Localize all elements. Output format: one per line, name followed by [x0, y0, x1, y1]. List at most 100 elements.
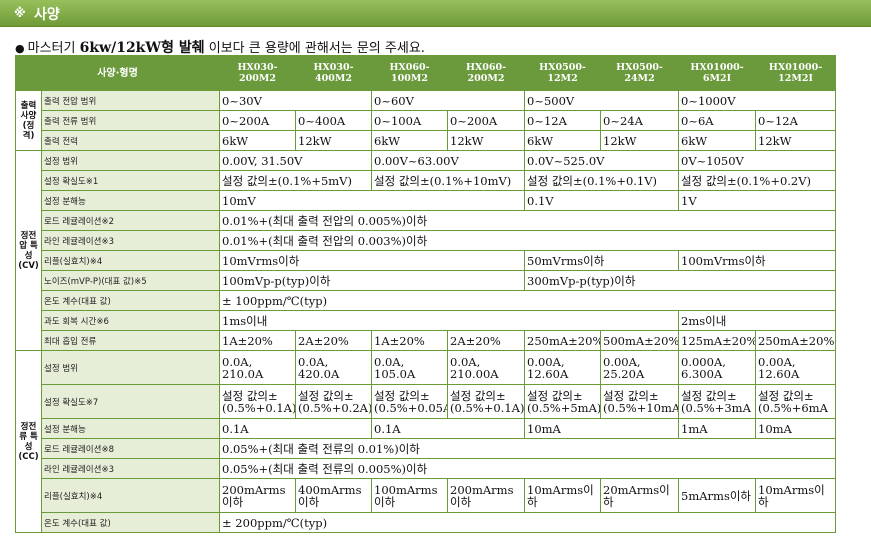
row-label: 출력 전력 — [40, 130, 221, 151]
table-row: 최대 흡입 전류 1A±20% 2A±20% 1A±20% 2A±20% 250… — [16, 330, 837, 351]
table-cell: 0.000A, 6.300A — [678, 350, 757, 385]
table-cell: 0~1000V — [678, 90, 837, 111]
table-cell: 0.05%+(최대 출력 전류의 0.005%)이하 — [219, 458, 837, 479]
table-cell: 0~6A — [678, 110, 757, 131]
table-row: 설정 확실도※7 설정 값의± (0.5%+0.1A) 설정 값의± (0.5%… — [16, 384, 837, 419]
table-cell: 12kW — [295, 130, 373, 151]
section-title-bar: ※ 사양 — [0, 0, 871, 27]
table-cell: 2A±20% — [447, 330, 526, 351]
table-cell: 10mArms이하 — [755, 478, 837, 513]
row-label: 온도 계수(대표 값) — [40, 512, 221, 533]
table-cell: 0.1A — [219, 418, 373, 439]
table-cell: ± 200ppm/℃(typ) — [219, 512, 837, 533]
table-cell: 10mA — [755, 418, 837, 439]
table-row: 라인 레귤레이션※3 0.05%+(최대 출력 전류의 0.005%)이하 — [16, 458, 837, 479]
table-cell: 50mVrms이하 — [524, 250, 680, 271]
table-row: 설정 분해능 10mV 0.1V 1V — [16, 190, 837, 211]
table-cell: 10mVrms이하 — [219, 250, 526, 271]
table-cell: 12kW — [600, 130, 680, 151]
table-cell: 0~60V — [371, 90, 526, 111]
section-title: 사양 — [34, 7, 60, 23]
notice-part-1: 마스터기 — [27, 41, 76, 56]
model-header: HX01000-6M2I — [678, 55, 757, 91]
table-cell: 300mVp-p(typ)이하 — [524, 270, 837, 291]
table-cell: 설정 값의± (0.5%+3mA — [678, 384, 757, 419]
table-cell: 0.00V, 31.50V — [219, 150, 373, 171]
table-cell: 500mA±20% — [600, 330, 680, 351]
table-cell: 0.1V — [524, 190, 680, 211]
table-row: 온도 계수(대표 값) ± 100ppm/℃(typ) — [16, 290, 837, 311]
table-cell: 0~30V — [219, 90, 373, 111]
table-row: 온도 계수(대표 값) ± 200ppm/℃(typ) — [16, 512, 837, 533]
table-cell: 설정 값의±(0.1%+10mV) — [371, 170, 526, 191]
table-cell: 1ms이내 — [219, 310, 680, 331]
spec-table: 사양·형명 HX030-200M2 HX030-400M2 HX060-100M… — [14, 55, 837, 533]
table-cell: ± 100ppm/℃(typ) — [219, 290, 837, 311]
table-cell: 설정 값의±(0.1%+5mV) — [219, 170, 373, 191]
model-header: HX060-100M2 — [371, 55, 449, 91]
table-cell: 250mA±20% — [524, 330, 602, 351]
notice-part-3: 형 발췌 — [161, 40, 205, 56]
row-label: 로드 레귤레이션※8 — [40, 438, 221, 459]
table-row: 라인 레귤레이션※3 0.01%+(최대 출력 전압의 0.003%)이하 — [16, 230, 837, 251]
table-cell: 10mA — [524, 418, 680, 439]
table-cell: 0~200A — [219, 110, 297, 131]
bullet-icon: ● — [15, 42, 25, 55]
row-label: 노이즈(mVP-P)(대표 값)※5 — [40, 270, 221, 291]
table-cell: 0.01%+(최대 출력 전압의 0.005%)이하 — [219, 210, 837, 231]
notice-part-4: 이보다 큰 용량에 관해서는 문의 주세요. — [204, 41, 425, 56]
table-header-row: 사양·형명 HX030-200M2 HX030-400M2 HX060-100M… — [14, 55, 837, 91]
table-cell: 0~100A — [371, 110, 449, 131]
table-cell: 20mArms이하 — [600, 478, 680, 513]
table-cell: 0.0A, 105.0A — [371, 350, 449, 385]
table-cell: 설정 값의± (0.5%+10mA) — [600, 384, 680, 419]
table-cell: 설정 값의±(0.1%+0.1V) — [524, 170, 680, 191]
table-cell: 0.0A, 420.0A — [295, 350, 373, 385]
row-label: 과도 회복 시간※6 — [40, 310, 221, 331]
row-label: 라인 레귤레이션※3 — [40, 230, 221, 251]
table-cell: 1mA — [678, 418, 757, 439]
table-cell: 6kW — [524, 130, 602, 151]
row-label: 설정 분해능 — [40, 190, 221, 211]
row-label: 로드 레귤레이션※2 — [40, 210, 221, 231]
row-label: 리플(실효치)※4 — [40, 478, 221, 513]
row-label: 설정 확실도※1 — [40, 170, 221, 191]
table-cell: 0.05%+(최대 출력 전류의 0.01%)이하 — [219, 438, 837, 459]
table-cell: 0.00A, 25.20A — [600, 350, 680, 385]
table-cell: 5mArms이하 — [678, 478, 757, 513]
table-cell: 12kW — [755, 130, 837, 151]
model-header: HX030-200M2 — [219, 55, 297, 91]
row-label: 설정 범위 — [40, 350, 221, 385]
table-cell: 1V — [678, 190, 837, 211]
table-cell: 설정 값의± (0.5%+0.1A) — [219, 384, 297, 419]
table-cell: 0.00V~63.00V — [371, 150, 526, 171]
table-cell: 125mA±20% — [678, 330, 757, 351]
table-cell: 0.01%+(최대 출력 전압의 0.003%)이하 — [219, 230, 837, 251]
model-header: HX0500-12M2 — [524, 55, 602, 91]
group-output-label: 출력 사양 (정격) — [15, 90, 42, 151]
table-cell: 0~200A — [447, 110, 526, 131]
table-cell: 0~24A — [600, 110, 680, 131]
group-cv-label: 정전압 특성 (CV) — [15, 150, 42, 351]
table-cell: 100mVp-p(typ)이하 — [219, 270, 526, 291]
table-row: 설정 확실도※1 설정 값의±(0.1%+5mV) 설정 값의±(0.1%+10… — [16, 170, 837, 191]
notice-part-2: 6kw/12kW — [79, 40, 162, 56]
row-label: 리플(실효치)※4 — [40, 250, 221, 271]
model-header: HX060-200M2 — [447, 55, 526, 91]
row-label: 설정 확실도※7 — [40, 384, 221, 419]
table-cell: 설정 값의± (0.5%+6mA — [755, 384, 837, 419]
table-cell: 0.00A, 12.60A — [524, 350, 602, 385]
group-cc-label: 정전류 특성 (CC) — [15, 350, 42, 533]
row-label: 최대 흡입 전류 — [40, 330, 221, 351]
table-cell: 설정 값의± (0.5%+0.2A) — [295, 384, 373, 419]
table-cell: 설정 값의± (0.5%+0.05A) — [371, 384, 449, 419]
table-cell: 200mArms이하 — [219, 478, 297, 513]
row-label: 설정 분해능 — [40, 418, 221, 439]
table-cell: 0.00A, 12.60A — [755, 350, 837, 385]
row-label: 온도 계수(대표 값) — [40, 290, 221, 311]
table-row: 노이즈(mVP-P)(대표 값)※5 100mVp-p(typ)이하 300mV… — [16, 270, 837, 291]
table-cell: 10mV — [219, 190, 526, 211]
model-header: HX01000-12M2I — [755, 55, 837, 91]
row-label: 출력 전류 범위 — [40, 110, 221, 131]
table-row: 정전류 특성 (CC) 설정 범위 0.0A, 210.0A 0.0A, 420… — [15, 350, 837, 533]
